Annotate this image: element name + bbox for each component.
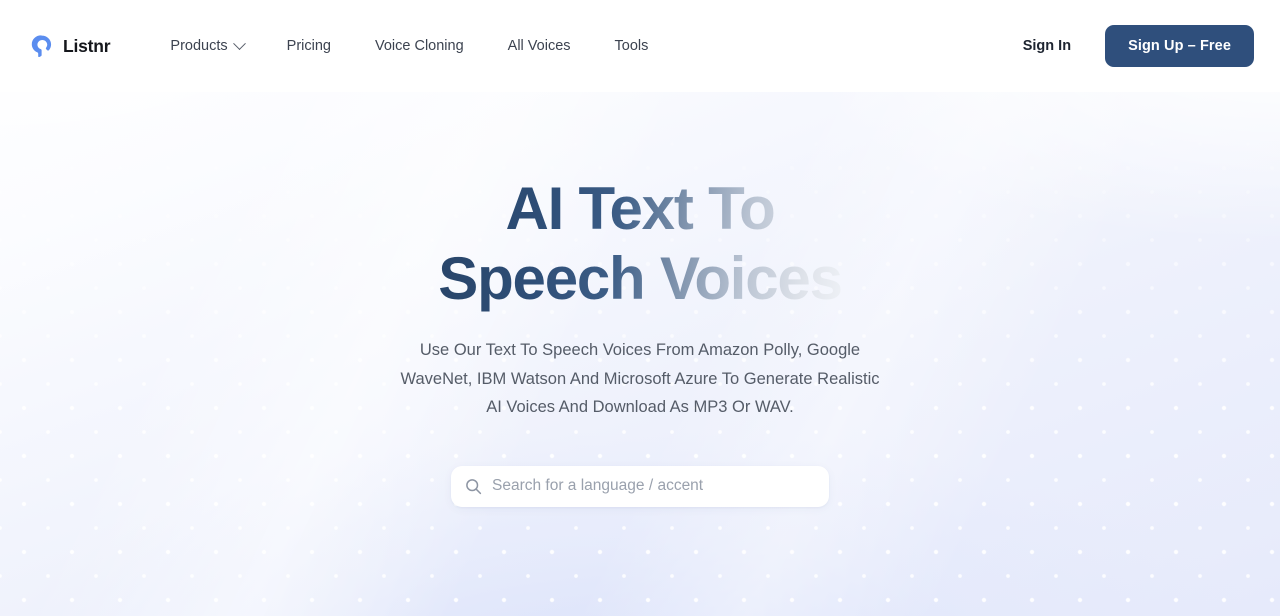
nav-item-label: Products xyxy=(170,38,228,54)
site-header: Listnr Products Pricing Voice Cloning Al… xyxy=(0,0,1280,92)
sign-up-button[interactable]: Sign Up – Free xyxy=(1105,25,1254,67)
hero-subtitle: Use Our Text To Speech Voices From Amazo… xyxy=(400,341,880,417)
search-bar[interactable] xyxy=(451,465,829,507)
search-input[interactable] xyxy=(492,465,815,507)
nav-item-label: All Voices xyxy=(507,38,571,54)
nav-item-label: Pricing xyxy=(286,38,331,54)
page-title-line-1: AI Text To xyxy=(505,175,775,242)
listnr-spiral-logo-icon xyxy=(28,33,54,59)
chevron-down-icon xyxy=(232,36,246,50)
nav-item-tools[interactable]: Tools xyxy=(599,32,665,60)
page-root: Listnr Products Pricing Voice Cloning Al… xyxy=(0,0,1280,616)
nav-item-pricing[interactable]: Pricing xyxy=(271,32,347,60)
sign-in-link[interactable]: Sign In xyxy=(1013,32,1081,60)
nav-item-products[interactable]: Products xyxy=(154,32,259,60)
brand-logo-link[interactable]: Listnr xyxy=(28,33,111,59)
nav-item-label: Voice Cloning xyxy=(374,38,464,54)
nav-item-voice-cloning[interactable]: Voice Cloning xyxy=(359,32,480,60)
main-navigation: Products Pricing Voice Cloning All Voice… xyxy=(154,32,664,60)
page-title: AI Text To Speech Voices xyxy=(438,174,842,314)
search-icon xyxy=(465,478,492,495)
hero-section: AI Text To Speech Voices Use Our Text To… xyxy=(0,92,1280,507)
page-title-line-2: Speech Voices xyxy=(438,245,842,313)
nav-item-label: Tools xyxy=(614,38,649,54)
header-actions: Sign In Sign Up – Free xyxy=(1013,25,1254,67)
nav-item-all-voices[interactable]: All Voices xyxy=(492,32,587,60)
brand-name: Listnr xyxy=(63,35,111,56)
